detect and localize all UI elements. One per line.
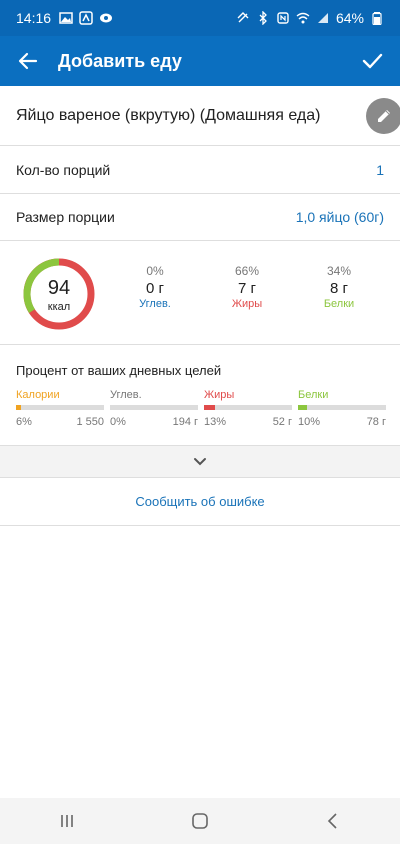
servings-label: Кол-во порций	[16, 161, 111, 178]
macro-protein: 34% 8 г Белки	[299, 264, 379, 310]
food-name: Яйцо вареное (вкрутую) (Домашняя еда)	[16, 106, 321, 124]
chevron-down-icon	[194, 457, 206, 465]
app-bar: Добавить еду	[0, 36, 400, 86]
confirm-button[interactable]	[344, 36, 400, 86]
goal-protein-bar	[298, 405, 386, 410]
calories-value: 94	[47, 277, 71, 299]
goal-fat-target: 52 г	[272, 416, 292, 428]
report-error-link[interactable]: Сообщить об ошибке	[0, 478, 400, 526]
system-nav-bar	[0, 798, 400, 844]
goal-calories-bar	[16, 405, 104, 410]
macro-fat-grams: 7 г	[238, 280, 256, 297]
serving-size-label: Размер порции	[16, 208, 115, 225]
home-icon	[192, 813, 208, 829]
servings-row[interactable]: Кол-во порций 1	[0, 146, 400, 194]
status-time: 14:16	[16, 10, 52, 26]
serving-size-row[interactable]: Размер порции 1,0 яйцо (60г)	[0, 193, 400, 241]
goal-fat-bar	[204, 405, 292, 410]
goal-carbs-bar	[110, 405, 198, 410]
macro-protein-label: Белки	[323, 298, 355, 310]
wifi-icon	[296, 12, 310, 24]
system-icons: 64%	[236, 10, 384, 26]
daily-goals: Процент от ваших дневных целей Калории 6…	[0, 346, 400, 446]
pencil-icon	[378, 110, 390, 122]
goal-calories: Калории 6% 1 550	[16, 389, 104, 428]
macro-fat: 66% 7 г Жиры	[207, 264, 287, 310]
goal-calories-target: 1 550	[76, 416, 104, 428]
calories-unit: ккал	[47, 301, 71, 313]
battery-percent: 64%	[335, 10, 364, 26]
page-title: Добавить еду	[58, 50, 182, 71]
goal-protein: Белки 10% 78 г	[298, 389, 386, 428]
goal-protein-fill	[298, 405, 307, 410]
macro-carbs-grams: 0 г	[146, 280, 164, 297]
edit-food-button[interactable]	[366, 98, 400, 134]
mute-icon	[237, 12, 249, 23]
nutrition-summary: 94 ккал 0% 0 г Углев. 66% 7 г Жиры 34% 8…	[0, 241, 400, 345]
signal-icon	[317, 13, 328, 23]
servings-value[interactable]: 1	[376, 162, 384, 178]
goal-carbs-target: 194 г	[172, 416, 198, 428]
macro-carbs-label: Углев.	[139, 298, 171, 310]
notification-icons	[59, 11, 113, 25]
serving-size-value[interactable]: 1,0 яйцо (60г)	[296, 209, 384, 225]
nfc-icon	[277, 12, 289, 24]
expand-details-button[interactable]	[0, 446, 400, 478]
goal-fat-percent: 13%	[204, 416, 227, 428]
goal-protein-label: Белки	[298, 389, 329, 401]
daily-goals-title: Процент от ваших дневных целей	[16, 363, 222, 378]
status-bar: 14:16 64%	[0, 0, 400, 36]
goal-calories-label: Калории	[16, 389, 60, 401]
goal-fat-label: Жиры	[204, 389, 235, 401]
fitness-icon	[79, 11, 93, 25]
goal-carbs-label: Углев.	[110, 389, 142, 401]
goal-fat-fill	[204, 405, 216, 410]
home-button[interactable]	[170, 798, 230, 844]
recent-apps-button[interactable]	[37, 798, 97, 844]
gallery-icon	[59, 12, 73, 24]
macro-fat-label: Жиры	[231, 298, 263, 310]
goal-calories-fill	[16, 405, 22, 410]
macro-protein-percent: 34%	[326, 264, 352, 278]
system-back-button[interactable]	[303, 798, 363, 844]
goal-protein-percent: 10%	[298, 416, 321, 428]
recents-icon	[60, 815, 73, 827]
back-button[interactable]	[0, 36, 56, 86]
check-icon	[362, 53, 383, 69]
goal-calories-percent: 6%	[16, 416, 32, 428]
app-notification-icon	[100, 13, 113, 23]
macro-carbs-percent: 0%	[146, 264, 164, 278]
macro-fat-percent: 66%	[234, 264, 260, 278]
food-name-row: Яйцо вареное (вкрутую) (Домашняя еда)	[0, 86, 400, 146]
chevron-left-icon	[328, 813, 337, 829]
arrow-left-icon	[18, 52, 38, 70]
goal-carbs: Углев. 0% 194 г	[110, 389, 198, 428]
bluetooth-icon	[259, 11, 267, 25]
macro-carbs: 0% 0 г Углев.	[115, 264, 195, 310]
macro-protein-grams: 8 г	[330, 280, 348, 297]
goal-carbs-percent: 0%	[110, 416, 126, 428]
battery-icon	[372, 12, 382, 25]
goal-fat: Жиры 13% 52 г	[204, 389, 292, 428]
goal-protein-target: 78 г	[366, 416, 386, 428]
